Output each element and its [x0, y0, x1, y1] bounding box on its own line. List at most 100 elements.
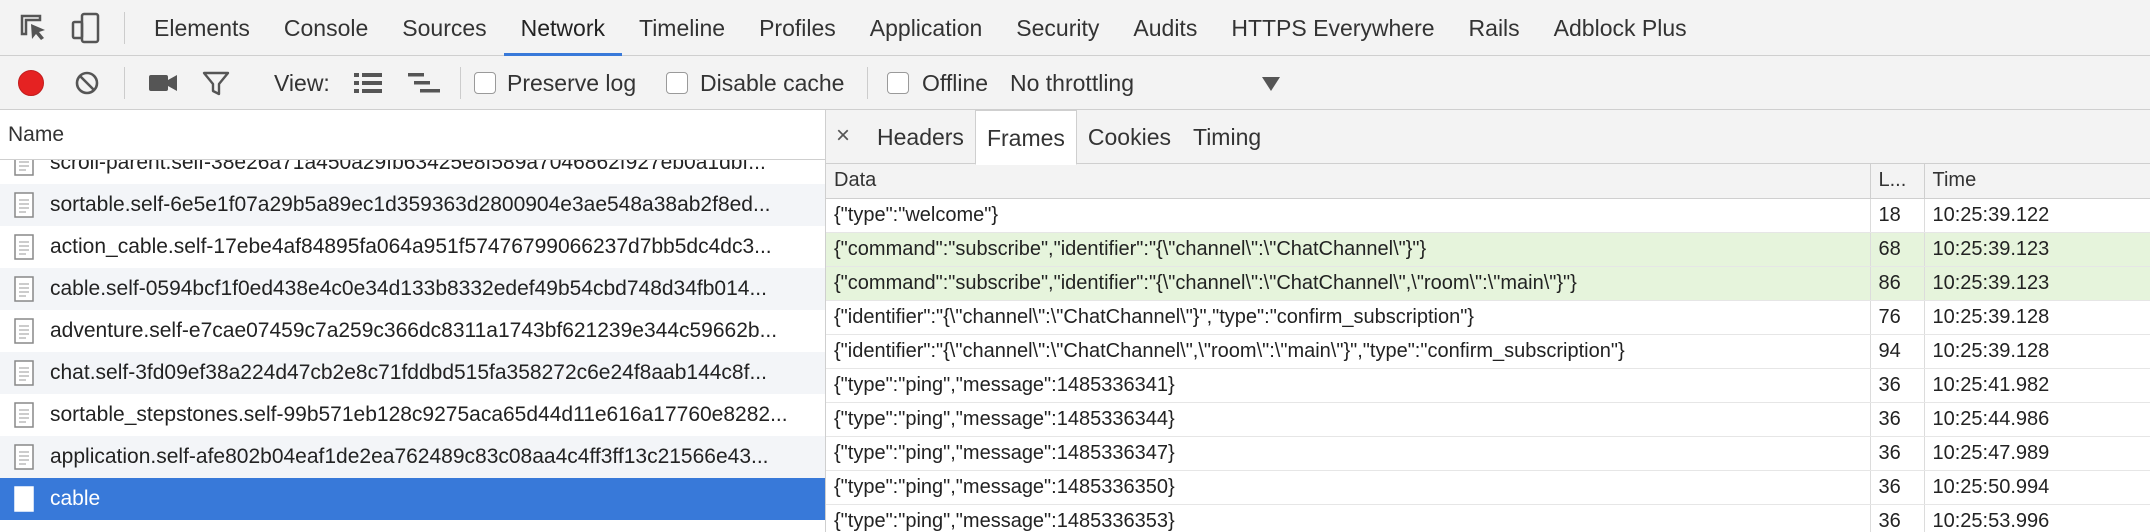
length-column-header[interactable]: L... — [1870, 164, 1925, 199]
request-name: cable — [50, 487, 101, 510]
tab-adblock-plus[interactable]: Adblock Plus — [1537, 0, 1704, 56]
tab-network[interactable]: Network — [503, 0, 622, 56]
view-label: View: — [274, 70, 330, 96]
throttling-select[interactable]: No throttling — [1010, 56, 1134, 110]
close-icon[interactable]: × — [836, 122, 850, 150]
tab-rails[interactable]: Rails — [1452, 0, 1537, 56]
disable-cache-checkbox[interactable] — [666, 72, 688, 94]
file-icon — [14, 402, 34, 428]
request-name: sortable_stepstones.self-99b571eb128c927… — [50, 403, 788, 426]
waterfall-icon[interactable] — [408, 72, 440, 94]
tab-profiles[interactable]: Profiles — [742, 0, 853, 56]
request-row[interactable]: cable.self-0594bcf1f0ed438e4c0e34d133b83… — [0, 268, 825, 310]
dropdown-arrow-icon[interactable] — [1262, 77, 1280, 91]
frame-row[interactable]: {"identifier":"{\"channel\":\"ChatChanne… — [826, 334, 2150, 369]
filter-icon[interactable] — [202, 71, 230, 97]
device-toolbar-icon[interactable] — [68, 10, 104, 46]
frame-data: {"type":"ping","message":1485336350} — [826, 470, 1871, 505]
frame-time: 10:25:44.986 — [1924, 402, 2150, 437]
frame-row[interactable]: {"type":"ping","message":1485336347} 36 10… — [826, 436, 2150, 471]
frames-table: Data L... Time {"type":"welcome"} 18 10:25… — [826, 164, 2150, 532]
frame-time: 10:25:41.982 — [1924, 368, 2150, 403]
frame-length: 36 — [1870, 436, 1925, 471]
detail-tab-cookies[interactable]: Cookies — [1077, 110, 1182, 164]
frame-row[interactable]: {"type":"ping","message":1485336344} 36 10… — [826, 402, 2150, 437]
file-icon — [14, 160, 34, 176]
frame-length: 36 — [1870, 402, 1925, 437]
data-column-header[interactable]: Data — [826, 164, 1871, 199]
file-icon — [14, 234, 34, 260]
record-button[interactable] — [18, 70, 44, 96]
frame-row[interactable]: {"type":"welcome"} 18 10:25:39.122 — [826, 198, 2150, 233]
tab-security[interactable]: Security — [999, 0, 1116, 56]
frame-row[interactable]: {"command":"subscribe","identifier":"{\"… — [826, 232, 2150, 267]
tab-audits[interactable]: Audits — [1116, 0, 1214, 56]
frame-length: 86 — [1870, 266, 1925, 301]
request-name: chat.self-3fd09ef38a224d47cb2e8c71fddbd5… — [50, 361, 767, 384]
disable-cache-label: Disable cache — [700, 70, 845, 96]
detail-tab-frames[interactable]: Frames — [974, 110, 1077, 165]
detail-tabbar: × Headers Frames Cookies Timing — [826, 110, 2150, 165]
frame-time: 10:25:39.123 — [1924, 266, 2150, 301]
preserve-log-label: Preserve log — [507, 70, 637, 96]
request-row[interactable]: sortable_stepstones.self-99b571eb128c927… — [0, 394, 825, 436]
file-icon — [14, 276, 34, 302]
frame-time: 10:25:47.989 — [1924, 436, 2150, 471]
preserve-log-checkbox[interactable] — [474, 72, 496, 94]
request-row[interactable]: chat.self-3fd09ef38a224d47cb2e8c71fddbd5… — [0, 352, 825, 394]
frame-data: {"command":"subscribe","identifier":"{\"… — [826, 266, 1871, 301]
request-list: scroll-parent.self-38e26a71a450a29fb6342… — [0, 160, 825, 532]
frame-length: 68 — [1870, 232, 1925, 267]
panel-tabs: Elements Console Sources Network Timeline Pro… — [137, 0, 1704, 56]
frame-data: {"identifier":"{\"channel\":\"ChatChanne… — [826, 300, 1871, 335]
tab-console[interactable]: Console — [267, 0, 385, 56]
frame-length: 36 — [1870, 368, 1925, 403]
frame-data: {"type":"welcome"} — [826, 198, 1871, 233]
large-rows-icon[interactable] — [354, 72, 382, 94]
request-row[interactable]: application.self-afe802b04eaf1de2ea76248… — [0, 436, 825, 478]
frame-time: 10:25:39.122 — [1924, 198, 2150, 233]
offline-checkbox[interactable] — [887, 72, 909, 94]
network-toolbar: View: Preserve log Disable cache Offline… — [0, 56, 2150, 110]
toolbar-divider — [124, 67, 125, 99]
frame-row[interactable]: {"type":"ping","message":1485336350} 36 10… — [826, 470, 2150, 505]
frame-row[interactable]: {"command":"subscribe","identifier":"{\"… — [826, 266, 2150, 301]
frame-time: 10:25:39.123 — [1924, 232, 2150, 267]
request-row[interactable]: sortable.self-6e5e1f07a29b5a89ec1d359363… — [0, 184, 825, 226]
request-row[interactable]: cable — [0, 478, 825, 520]
frame-row[interactable]: {"identifier":"{\"channel\":\"ChatChanne… — [826, 300, 2150, 335]
request-name: cable.self-0594bcf1f0ed438e4c0e34d133b83… — [50, 277, 767, 300]
file-icon — [14, 192, 34, 218]
request-name: scroll-parent.self-38e26a71a450a29fb6342… — [50, 160, 766, 174]
camera-icon[interactable] — [148, 72, 178, 94]
tab-sources[interactable]: Sources — [385, 0, 503, 56]
tab-elements[interactable]: Elements — [137, 0, 267, 56]
tab-application[interactable]: Application — [853, 0, 1000, 56]
request-row[interactable]: adventure.self-e7cae07459c7a259c366dc831… — [0, 310, 825, 352]
time-column-header[interactable]: Time — [1924, 164, 2150, 199]
detail-tab-headers[interactable]: Headers — [866, 110, 975, 164]
detail-tab-timing[interactable]: Timing — [1182, 110, 1272, 164]
file-icon — [14, 444, 34, 470]
frame-time: 10:25:39.128 — [1924, 300, 2150, 335]
request-name: sortable.self-6e5e1f07a29b5a89ec1d359363… — [50, 193, 771, 216]
frame-time: 10:25:50.994 — [1924, 470, 2150, 505]
frame-data: {"type":"ping","message":1485336353} — [826, 504, 1871, 532]
inspect-element-icon[interactable] — [16, 10, 52, 46]
tab-timeline[interactable]: Timeline — [622, 0, 742, 56]
frame-data: {"identifier":"{\"channel\":\"ChatChanne… — [826, 334, 1871, 369]
request-detail-panel: × Headers Frames Cookies Timing Data L... T… — [826, 110, 2150, 532]
frame-row[interactable]: {"type":"ping","message":1485336341} 36 10… — [826, 368, 2150, 403]
clear-icon[interactable] — [74, 70, 100, 96]
request-row[interactable]: action_cable.self-17ebe4af84895fa064a951… — [0, 226, 825, 268]
file-icon — [14, 318, 34, 344]
toolbar-divider — [867, 67, 868, 99]
request-list-panel: Name scroll-parent.self-38e26a71a450a29f… — [0, 110, 826, 532]
name-column-header[interactable]: Name — [0, 110, 825, 160]
request-row[interactable]: scroll-parent.self-38e26a71a450a29fb6342… — [0, 160, 825, 184]
request-name: adventure.self-e7cae07459c7a259c366dc831… — [50, 319, 778, 342]
tab-https-everywhere[interactable]: HTTPS Everywhere — [1214, 0, 1451, 56]
frame-row[interactable]: {"type":"ping","message":1485336353} 36 10… — [826, 504, 2150, 532]
devtools-tabbar: Elements Console Sources Network Timeline Pro… — [0, 0, 2150, 56]
frame-length: 36 — [1870, 504, 1925, 532]
